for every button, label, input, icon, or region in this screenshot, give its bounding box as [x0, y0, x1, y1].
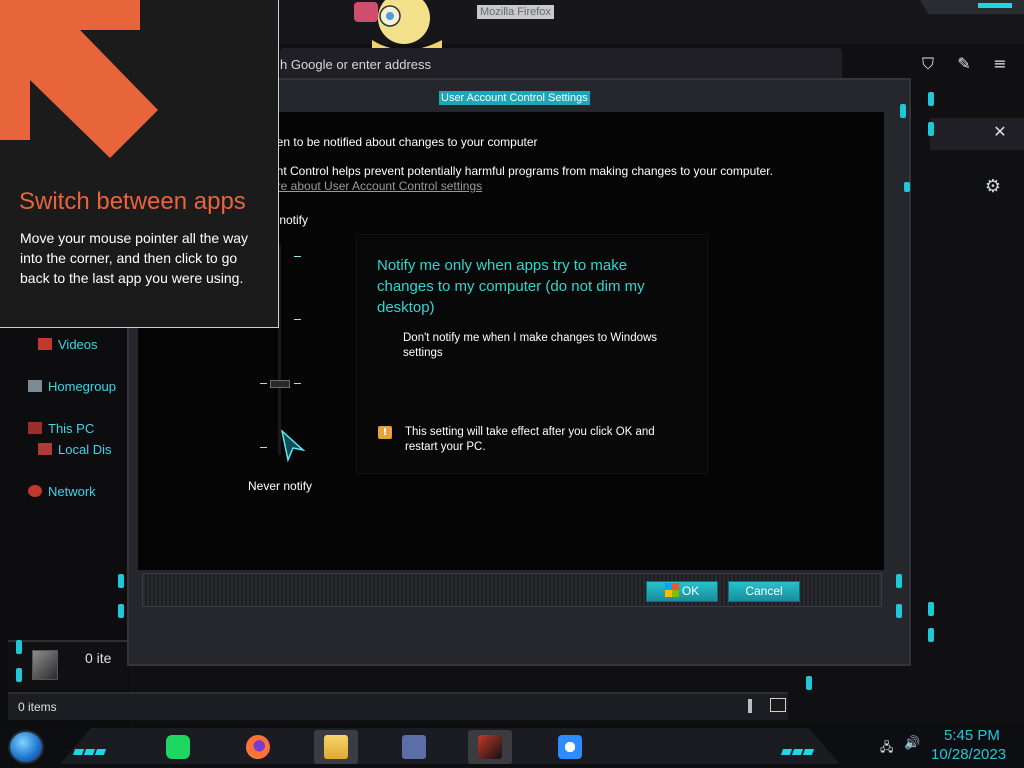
slider-tick: [294, 319, 301, 320]
frame-accent: [900, 104, 906, 118]
large-icons-view-icon[interactable]: [770, 698, 786, 712]
url-bar-placeholder: h Google or enter address: [280, 57, 432, 72]
slider-tick: [294, 256, 301, 257]
taskbar-firefox[interactable]: [236, 730, 280, 764]
taskbar-settings[interactable]: [548, 730, 592, 764]
network-icon: [28, 485, 42, 497]
pocket-icon[interactable]: ⛉: [918, 54, 938, 74]
taskbar-accent: [780, 740, 815, 755]
gear-icon[interactable]: ⚙: [982, 176, 1004, 198]
explorer-navigation-pane: Videos Homegroup This PC Local Dis Netwo…: [12, 330, 130, 630]
uac-window-title: User Account Control Settings: [439, 91, 590, 105]
settings-sun-icon: [558, 735, 582, 759]
switch-apps-tip: Switch between apps Move your mouse poin…: [0, 0, 279, 328]
slider-tick: [294, 383, 301, 384]
info-shield-icon: !: [378, 426, 392, 439]
restart-note: This setting will take effect after you …: [405, 426, 655, 453]
frame-accent: [16, 668, 22, 682]
level-subtitle: Don't notify me when I make changes to W…: [403, 332, 658, 359]
start-button[interactable]: [8, 730, 44, 764]
uac-shield-icon: [664, 583, 679, 597]
level-title: Notify me only when apps try to make cha…: [377, 257, 645, 316]
uac-learn-more-link[interactable]: ore about User Account Control settings: [270, 179, 482, 193]
nav-item-local-disk[interactable]: Local Dis: [38, 442, 111, 460]
slider-tick: [260, 383, 267, 384]
firefox-icon: [246, 735, 270, 759]
taskbar-file-explorer[interactable]: [314, 730, 358, 764]
frame-accent: [896, 604, 902, 618]
taskbar-game[interactable]: [468, 730, 512, 764]
details-item-count: 0 ite: [85, 650, 112, 666]
slider-thumb[interactable]: [270, 380, 290, 388]
computer-icon: [28, 422, 42, 434]
menu-icon[interactable]: ≡: [990, 54, 1010, 74]
tip-title: Switch between apps: [19, 188, 246, 215]
frame-accent: [928, 122, 934, 136]
clock-date[interactable]: 10/28/2023: [931, 746, 1006, 763]
drive-icon: [38, 443, 52, 455]
mascot-image: [354, 0, 442, 54]
volume-icon[interactable]: 🔊: [904, 736, 920, 752]
details-pane: 0 ite: [8, 640, 128, 690]
app-window-icon: [402, 735, 426, 759]
frame-accent: [16, 640, 22, 654]
cancel-button[interactable]: Cancel: [728, 581, 800, 602]
spotify-icon: [166, 735, 190, 759]
url-bar[interactable]: h Google or enter address: [280, 48, 842, 82]
nav-item-network[interactable]: Network: [28, 484, 96, 502]
taskbar-spotify[interactable]: [156, 730, 200, 764]
uac-description: unt Control helps prevent potentially ha…: [270, 164, 773, 178]
folder-thumbnail: [32, 650, 58, 680]
taskbar-app-window[interactable]: [392, 730, 436, 764]
game-icon: [478, 735, 502, 759]
video-icon: [38, 338, 52, 350]
desktop: Mozilla Firefox h Google or enter addres…: [0, 0, 1024, 768]
frame-accent: [806, 676, 812, 690]
clock-time[interactable]: 5:45 PM: [944, 727, 1000, 744]
extensions-icon[interactable]: ✎: [954, 54, 974, 74]
network-tray-icon[interactable]: 🖧: [880, 738, 896, 754]
firefox-window-title: Mozilla Firefox: [477, 5, 554, 19]
frame-accent: [928, 602, 934, 616]
ok-button[interactable]: OK: [646, 581, 718, 602]
nav-item-this-pc[interactable]: This PC: [28, 421, 94, 439]
frame-accent: [928, 628, 934, 642]
mouse-cursor-icon: [281, 430, 305, 462]
corner-arrow-icon: [0, 0, 158, 158]
window-frame-decoration: [920, 0, 1024, 14]
nav-item-videos[interactable]: Videos: [38, 337, 98, 355]
close-icon[interactable]: ✕: [990, 122, 1010, 142]
status-bar: 0 items: [8, 692, 788, 720]
level-description-panel: Notify me only when apps try to make cha…: [356, 234, 708, 474]
status-item-count: 0 items: [18, 700, 57, 714]
uac-heading: hen to be notified about changes to your…: [270, 135, 538, 149]
nav-item-homegroup[interactable]: Homegroup: [28, 379, 116, 397]
frame-accent: [118, 604, 124, 618]
slider-bottom-label: Never notify: [248, 479, 313, 493]
file-explorer-icon: [324, 735, 348, 759]
frame-accent: [118, 574, 124, 588]
frame-accent: [896, 574, 902, 588]
tip-body: Move your mouse pointer all the way into…: [20, 230, 248, 286]
frame-accent: [904, 182, 910, 192]
frame-accent: [928, 92, 934, 106]
details-view-icon[interactable]: [748, 699, 752, 713]
slider-tick: [260, 447, 267, 448]
homegroup-icon: [28, 380, 42, 392]
taskbar-accent: [72, 740, 107, 755]
